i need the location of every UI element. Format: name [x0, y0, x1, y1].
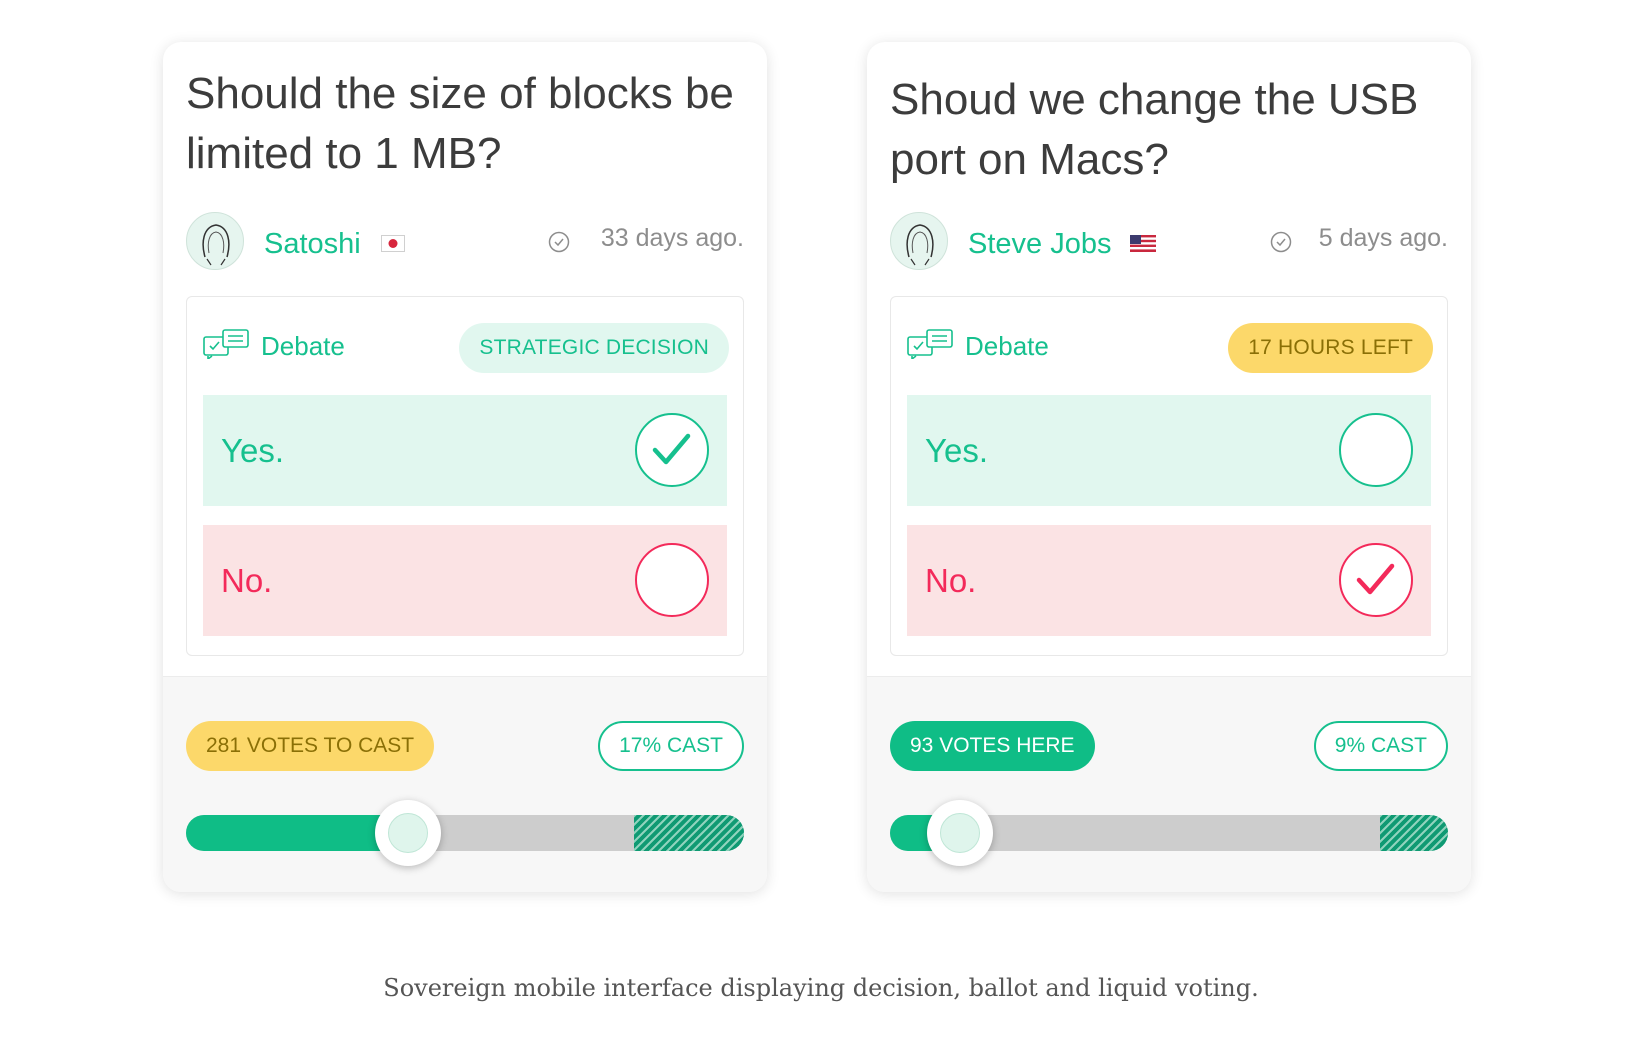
- avatar-sketch-icon: [906, 224, 934, 266]
- debate-icon: [203, 329, 249, 359]
- hours-left-badge: 17 HOURS LEFT: [1228, 323, 1433, 373]
- option-yes[interactable]: Yes.: [907, 395, 1431, 506]
- debate-label: Debate: [261, 331, 345, 361]
- slider-hatched-segment: [1380, 815, 1448, 851]
- figure-caption: Sovereign mobile interface displaying de…: [383, 974, 1259, 1002]
- vote-slider[interactable]: [186, 800, 744, 866]
- slider-handle[interactable]: [927, 800, 993, 866]
- strategic-decision-badge: STRATEGIC DECISION: [459, 323, 729, 373]
- author-row: Steve Jobs 5 days ago.: [890, 212, 1448, 272]
- cast-percent-badge: 9% CAST: [1313, 721, 1448, 771]
- vote-no-checkbox[interactable]: [635, 543, 709, 617]
- avatar[interactable]: [186, 212, 244, 270]
- debate-label: Debate: [965, 331, 1049, 361]
- slider-hatched-segment: [634, 815, 744, 851]
- voting-footer: 281 VOTES TO CAST 17% CAST: [163, 676, 767, 892]
- avatar-sketch-icon: [202, 224, 230, 266]
- option-label: No.: [925, 562, 977, 599]
- usa-flag-icon: [1130, 235, 1156, 252]
- time-ago: 5 days ago.: [1318, 224, 1448, 252]
- option-no[interactable]: No.: [907, 525, 1431, 636]
- author-name[interactable]: Satoshi: [264, 228, 361, 261]
- decision-card: Should the size of blocks be limited to …: [163, 42, 767, 892]
- ballot: Debate 17 HOURS LEFT Yes. No.: [890, 296, 1448, 656]
- checkmark-icon: [1356, 563, 1395, 595]
- clock-icon: [1270, 231, 1292, 253]
- option-no[interactable]: No.: [203, 525, 727, 636]
- author-name[interactable]: Steve Jobs: [968, 228, 1111, 261]
- option-label: No.: [221, 562, 273, 599]
- vote-no-checkbox[interactable]: [1339, 543, 1413, 617]
- slider-handle[interactable]: [375, 800, 441, 866]
- ballot: Debate STRATEGIC DECISION Yes. No.: [186, 296, 744, 656]
- debate-icon: [907, 329, 953, 359]
- vote-slider[interactable]: [890, 800, 1448, 866]
- clock-icon: [548, 231, 570, 253]
- votes-badge: 281 VOTES TO CAST: [186, 721, 435, 771]
- option-yes[interactable]: Yes.: [203, 395, 727, 506]
- voting-footer: 93 VOTES HERE 9% CAST: [867, 676, 1471, 892]
- avatar[interactable]: [890, 212, 948, 270]
- option-label: Yes.: [925, 432, 989, 469]
- author-row: Satoshi 33 days ago.: [186, 212, 744, 272]
- decision-title[interactable]: Shoud we change the USB port on Macs?: [890, 70, 1450, 190]
- vote-yes-checkbox[interactable]: [1339, 413, 1413, 487]
- votes-badge: 93 VOTES HERE: [890, 721, 1095, 771]
- japan-flag-icon: [381, 235, 405, 252]
- time-ago: 33 days ago.: [600, 224, 744, 252]
- slider-track[interactable]: [186, 815, 744, 851]
- checkmark-icon: [652, 433, 691, 465]
- option-label: Yes.: [221, 432, 285, 469]
- decision-title[interactable]: Should the size of blocks be limited to …: [186, 64, 746, 184]
- vote-yes-checkbox[interactable]: [635, 413, 709, 487]
- decision-card: Shoud we change the USB port on Macs? St…: [867, 42, 1471, 892]
- cast-percent-badge: 17% CAST: [598, 721, 744, 771]
